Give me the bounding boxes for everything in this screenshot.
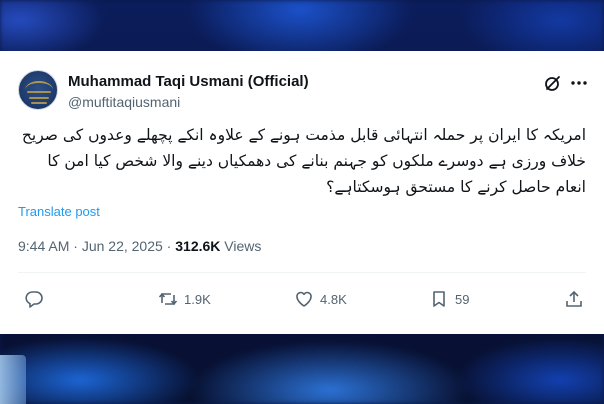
background-glass	[0, 355, 26, 404]
repost-button[interactable]: 1.9K	[158, 288, 211, 310]
repost-icon	[158, 292, 178, 306]
bookmark-count: 59	[455, 291, 470, 307]
reply-button[interactable]	[24, 288, 44, 310]
divider	[18, 272, 586, 273]
views-count: 312.6K	[175, 238, 221, 254]
like-button[interactable]: 4.8K	[294, 288, 347, 310]
meta-separator: ·	[69, 238, 82, 254]
meta-separator-2: ·	[162, 238, 176, 254]
author-handle[interactable]: @muftitaqiusmani	[68, 94, 180, 110]
grok-icon[interactable]	[543, 73, 563, 93]
share-icon	[566, 290, 582, 307]
tweet-date[interactable]: Jun 22, 2025	[82, 238, 163, 254]
author-display-name[interactable]: Muhammad Taqi Usmani (Official)	[68, 73, 309, 90]
tweet-meta: 9:44 AM · Jun 22, 2025 · 312.6K Views	[18, 238, 261, 254]
share-button[interactable]	[564, 288, 584, 310]
translate-post-link[interactable]: Translate post	[18, 204, 100, 219]
more-options-icon[interactable]	[569, 73, 589, 93]
tweet-text: امریکہ کا ایران پر حملہ انتہائی قابل مذم…	[21, 126, 586, 196]
like-count: 4.8K	[320, 291, 347, 307]
reply-icon	[25, 291, 43, 308]
avatar[interactable]	[18, 70, 58, 110]
bookmark-button[interactable]: 59	[429, 288, 469, 310]
repost-count: 1.9K	[184, 291, 211, 307]
bookmark-icon	[433, 291, 445, 307]
views-label: Views	[220, 238, 262, 254]
tweet-time[interactable]: 9:44 AM	[18, 238, 69, 254]
heart-icon	[296, 291, 312, 307]
